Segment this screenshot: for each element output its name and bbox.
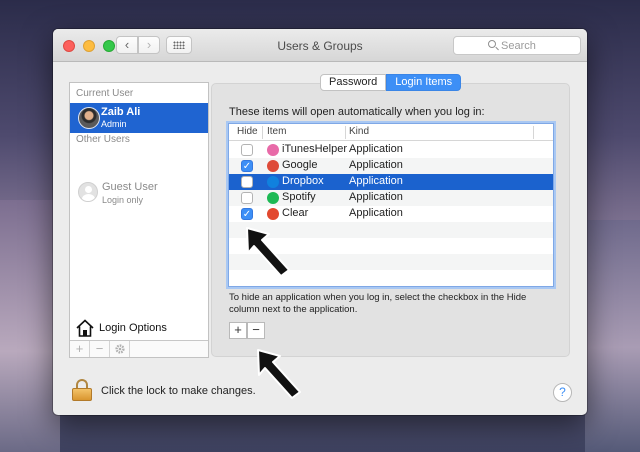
login-options-item[interactable]: Login Options xyxy=(76,319,206,339)
item-kind: Application xyxy=(349,207,403,219)
lock-text: Click the lock to make changes. xyxy=(101,385,256,397)
search-icon xyxy=(488,40,496,48)
avatar xyxy=(78,107,100,129)
table-row[interactable]: Dropbox Application xyxy=(229,174,553,190)
item-name: Dropbox xyxy=(282,175,324,187)
login-options-label: Login Options xyxy=(99,322,167,334)
table-row[interactable]: Spotify Application xyxy=(229,190,553,206)
column-header-hide[interactable]: Hide xyxy=(237,126,258,137)
annotation-arrow-down-icon xyxy=(257,349,301,399)
hide-checkbox[interactable]: ✓ xyxy=(241,208,253,220)
item-kind: Application xyxy=(349,191,403,203)
column-divider xyxy=(262,126,263,139)
table-header: Hide Item Kind xyxy=(229,124,553,141)
column-divider xyxy=(533,126,534,139)
item-name: iTunesHelper xyxy=(282,143,348,155)
user-item-zaib-ali[interactable]: Zaib Ali Admin xyxy=(70,103,208,133)
user-name: Guest User xyxy=(102,181,158,193)
clear-icon xyxy=(267,208,279,220)
users-sidebar: Current User Zaib Ali Admin Other Users … xyxy=(69,82,209,358)
item-name: Google xyxy=(282,159,318,171)
desktop-wallpaper-right xyxy=(585,220,640,452)
hide-hint-text: To hide an application when you log in, … xyxy=(229,292,527,315)
table-row[interactable]: ✓ Clear Application xyxy=(229,206,553,222)
tab-bar: Password Login Items xyxy=(320,74,462,91)
users-groups-window: ‹ › Users & Groups Search Current User Z… xyxy=(53,29,587,415)
item-name: Spotify xyxy=(282,191,316,203)
item-kind: Application xyxy=(349,159,403,171)
chrome-icon xyxy=(267,160,279,172)
hide-checkbox[interactable] xyxy=(241,176,253,188)
remove-login-item-button[interactable]: − xyxy=(247,322,265,339)
column-divider xyxy=(345,126,346,139)
title-bar: ‹ › Users & Groups Search xyxy=(53,29,587,62)
search-field[interactable]: Search xyxy=(453,36,581,55)
user-role: Admin xyxy=(101,119,127,129)
dropbox-icon xyxy=(267,176,279,188)
add-user-button[interactable]: + xyxy=(70,341,90,357)
table-row[interactable]: ✓ Google Application xyxy=(229,158,553,174)
search-placeholder: Search xyxy=(501,40,536,52)
column-header-kind[interactable]: Kind xyxy=(349,126,369,137)
house-icon xyxy=(76,319,94,337)
user-role: Login only xyxy=(102,195,144,205)
column-header-item[interactable]: Item xyxy=(267,126,286,137)
hide-checkbox[interactable] xyxy=(241,144,253,156)
desktop-wallpaper-left xyxy=(0,200,60,452)
hide-checkbox[interactable]: ✓ xyxy=(241,160,253,172)
login-items-intro: These items will open automatically when… xyxy=(229,106,485,118)
spotify-icon xyxy=(267,192,279,204)
gear-icon xyxy=(114,344,125,354)
item-kind: Application xyxy=(349,143,403,155)
user-name: Zaib Ali xyxy=(101,106,141,118)
sidebar-toolbar: + − xyxy=(70,340,208,357)
help-button[interactable]: ? xyxy=(553,383,572,402)
item-kind: Application xyxy=(349,175,403,187)
hide-checkbox[interactable] xyxy=(241,192,253,204)
item-name: Clear xyxy=(282,207,309,219)
lock-icon[interactable] xyxy=(72,379,92,401)
remove-user-button[interactable]: − xyxy=(90,341,110,357)
add-login-item-button[interactable]: + xyxy=(229,322,247,339)
tab-login-items[interactable]: Login Items xyxy=(386,74,462,91)
other-users-header: Other Users xyxy=(76,134,130,145)
tab-password[interactable]: Password xyxy=(320,74,387,91)
add-remove-buttons: + − xyxy=(229,322,265,339)
user-actions-button[interactable] xyxy=(110,341,130,357)
table-row[interactable]: iTunesHelper Application xyxy=(229,142,553,158)
current-user-header: Current User xyxy=(76,88,134,99)
annotation-arrow-up-icon xyxy=(246,227,290,277)
guest-avatar-icon xyxy=(78,182,98,202)
itunes-icon xyxy=(267,144,279,156)
